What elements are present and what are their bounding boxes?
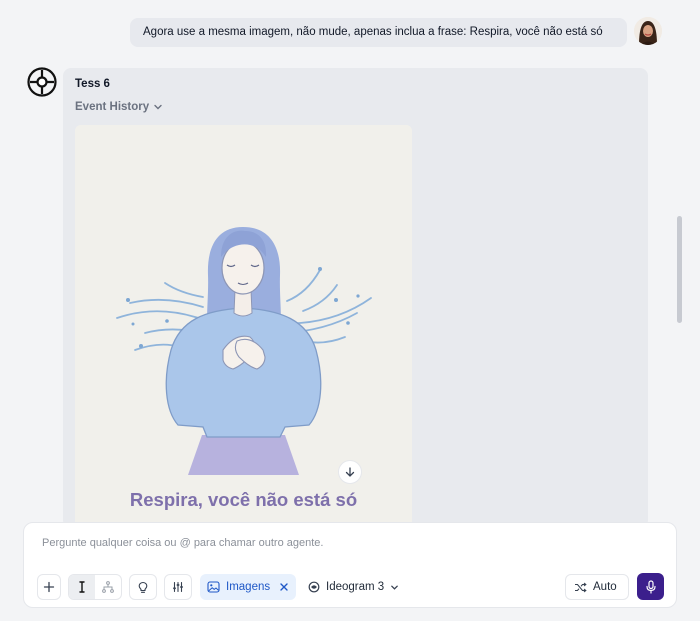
auto-mode-button[interactable]: Auto [565, 574, 629, 600]
hierarchy-icon [102, 581, 114, 593]
add-attachment-button[interactable] [37, 574, 61, 600]
auto-label: Auto [593, 581, 617, 593]
arrow-down-icon [345, 467, 355, 477]
image-icon [207, 581, 220, 593]
images-tool-label: Imagens [226, 581, 271, 593]
chat-scrollbar[interactable] [677, 216, 682, 323]
mode-cursor-button[interactable] [69, 575, 95, 599]
user-message-bubble: Agora use a mesma imagem, não mude, apen… [130, 18, 627, 47]
images-tool-pill[interactable]: Imagens [200, 574, 296, 600]
chevron-down-icon [154, 104, 162, 110]
user-message-text: Agora use a mesma imagem, não mude, apen… [143, 26, 603, 38]
agent-name: Tess 6 [75, 78, 110, 90]
mode-toggle[interactable] [68, 574, 122, 600]
agent-response-card: Tess 6 Event History Respira, você não e… [63, 68, 648, 528]
scroll-to-bottom-button[interactable] [338, 460, 362, 484]
ideas-button[interactable] [129, 574, 157, 600]
tess-logo-icon [27, 67, 57, 97]
model-label: Ideogram 3 [326, 581, 385, 593]
sliders-icon [173, 581, 183, 593]
settings-sliders-button[interactable] [164, 574, 192, 600]
close-icon[interactable] [279, 582, 289, 592]
event-history-label: Event History [75, 101, 150, 113]
message-input[interactable] [42, 537, 642, 549]
model-icon [308, 581, 320, 593]
voice-input-button[interactable] [637, 573, 664, 600]
model-selector[interactable]: Ideogram 3 [308, 574, 399, 600]
woman-breathing-illustration [75, 125, 412, 475]
shuffle-icon [575, 582, 587, 592]
chevron-down-icon [391, 585, 399, 590]
lightbulb-icon [138, 581, 148, 593]
message-composer: Imagens Ideogram 3 Auto [23, 522, 677, 608]
image-caption: Respira, você não está só [129, 489, 358, 510]
user-avatar [634, 17, 662, 45]
event-history-toggle[interactable]: Event History [75, 101, 163, 113]
cursor-icon [79, 581, 85, 593]
plus-icon [43, 581, 55, 593]
mode-workflow-button[interactable] [95, 575, 121, 599]
microphone-icon [645, 579, 656, 594]
